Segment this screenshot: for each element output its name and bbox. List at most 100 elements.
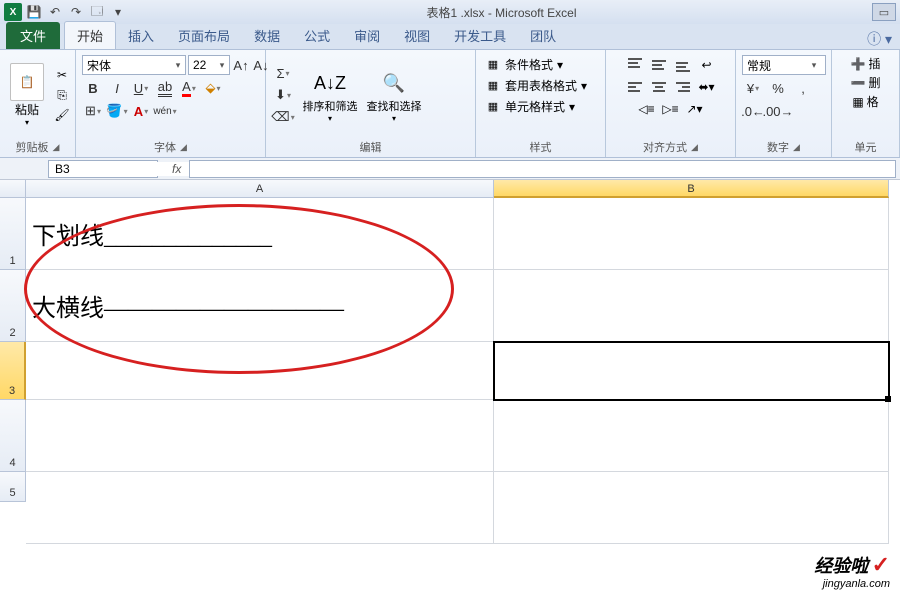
tab-review[interactable]: 审阅 (342, 22, 392, 49)
name-box[interactable]: ▾ (48, 160, 158, 178)
column-header-b[interactable]: B (494, 180, 889, 198)
comma-icon[interactable]: , (792, 78, 814, 98)
tab-page-layout[interactable]: 页面布局 (166, 22, 242, 49)
cells-container: 下划线______________ 大横线—————————— (26, 198, 900, 600)
wrap-text-icon[interactable]: ↩ (696, 55, 718, 75)
sort-filter-button[interactable]: A↓Z 排序和筛选 ▾ (302, 68, 358, 123)
row-header-2[interactable]: 2 (0, 270, 26, 342)
clipboard-dialog-launcher[interactable]: ◢ (53, 142, 60, 153)
row-header-3[interactable]: 3 (0, 342, 26, 400)
font-dialog-launcher[interactable]: ◢ (180, 142, 187, 153)
orientation-icon[interactable]: ↗▾ (684, 99, 706, 119)
font-name-input (83, 58, 171, 72)
find-select-button[interactable]: 🔍 查找和选择 ▾ (366, 68, 422, 123)
minimize-ribbon-button[interactable]: ▭ (872, 3, 896, 21)
bold-button[interactable]: B (82, 78, 104, 98)
tab-home[interactable]: 开始 (64, 21, 116, 49)
row-header-1[interactable]: 1 (0, 198, 26, 270)
align-bottom-icon[interactable] (672, 55, 694, 75)
format-cells-button[interactable]: ▦格 (852, 93, 878, 110)
cell-styles-icon: ▦ (485, 100, 501, 114)
cell-a3[interactable] (26, 342, 494, 400)
formula-input[interactable] (189, 160, 896, 178)
font-size-combo[interactable]: ▾ (188, 55, 230, 75)
italic-button[interactable]: I (106, 78, 128, 98)
double-underline-button[interactable]: ab (154, 78, 176, 98)
align-top-icon[interactable] (624, 55, 646, 75)
format-painter-icon[interactable]: 🖌 (53, 107, 71, 123)
number-dialog-launcher[interactable]: ◢ (793, 142, 800, 153)
excel-app-icon[interactable]: X (4, 3, 22, 21)
currency-icon[interactable]: ¥▾ (742, 78, 764, 98)
align-middle-icon[interactable] (648, 55, 670, 75)
row-header-5[interactable]: 5 (0, 472, 26, 502)
number-format-combo[interactable]: ▾ (742, 55, 826, 75)
paste-button[interactable]: 📋 粘贴 ▾ (4, 61, 50, 129)
cell-b2[interactable] (494, 270, 889, 342)
chevron-down-icon[interactable]: ▾ (171, 60, 185, 71)
cell-a1[interactable]: 下划线______________ (26, 198, 494, 270)
increase-decimal-icon[interactable]: .0← (742, 101, 764, 121)
cell-b5[interactable] (494, 472, 889, 544)
save-icon[interactable]: 💾 (25, 3, 43, 21)
cell-styles-button[interactable]: ▦单元格样式▾ (482, 97, 578, 116)
fx-button[interactable]: fx (164, 162, 189, 176)
font-color-button[interactable]: A▾ (178, 78, 200, 98)
delete-cells-button[interactable]: ➖删 (851, 74, 881, 91)
borders-button[interactable]: ⊞▾ (82, 101, 104, 121)
row-header-4[interactable]: 4 (0, 400, 26, 472)
align-right-icon[interactable] (672, 77, 694, 97)
cell-a4[interactable] (26, 400, 494, 472)
align-center-icon[interactable] (648, 77, 670, 97)
chevron-down-icon[interactable]: ▾ (807, 60, 821, 71)
cell-b4[interactable] (494, 400, 889, 472)
file-tab[interactable]: 文件 (6, 22, 60, 49)
undo-icon[interactable]: ↶ (46, 3, 64, 21)
font-name-combo[interactable]: ▾ (82, 55, 186, 75)
copy-icon[interactable]: ⎘ (53, 87, 71, 103)
increase-indent-icon[interactable]: ▷≡ (660, 99, 682, 119)
conditional-format-button[interactable]: ▦条件格式▾ (482, 55, 566, 74)
formula-bar: ▾ fx (0, 158, 900, 180)
tab-team[interactable]: 团队 (518, 22, 568, 49)
decrease-decimal-icon[interactable]: .00→ (767, 101, 789, 121)
watermark: 经验啦 ✓ jingyanla.com (814, 552, 890, 590)
fill-down-icon[interactable]: ⬇▾ (272, 85, 294, 105)
tab-developer[interactable]: 开发工具 (442, 22, 518, 49)
percent-icon[interactable]: % (767, 78, 789, 98)
fill-tool-button[interactable]: 🪣▾ (106, 101, 128, 121)
underline-button[interactable]: U▾ (130, 78, 152, 98)
alignment-dialog-launcher[interactable]: ◢ (691, 142, 698, 153)
increase-font-icon[interactable]: A↑ (232, 55, 250, 75)
autosum-icon[interactable]: Σ▾ (272, 63, 294, 83)
print-preview-icon[interactable]: 🗔 (88, 3, 106, 21)
ribbon-help-icon[interactable]: ⓘ ▾ (859, 29, 900, 49)
quick-access-toolbar: X 💾 ↶ ↷ 🗔 ▾ (0, 3, 131, 21)
merge-center-icon[interactable]: ⬌▾ (696, 77, 718, 97)
cell-a2[interactable]: 大横线—————————— (26, 270, 494, 342)
watermark-text: 经验啦 (814, 556, 868, 576)
cut-icon[interactable]: ✂ (53, 67, 71, 83)
font-color2-button[interactable]: A▾ (130, 101, 152, 121)
chevron-down-icon[interactable]: ▾ (215, 60, 229, 71)
tab-insert[interactable]: 插入 (116, 22, 166, 49)
tab-formulas[interactable]: 公式 (292, 22, 342, 49)
clear-icon[interactable]: ⌫▾ (272, 107, 294, 127)
fill-color-button[interactable]: ⬙▾ (202, 78, 224, 98)
cell-b1[interactable] (494, 198, 889, 270)
decrease-indent-icon[interactable]: ◁≡ (636, 99, 658, 119)
align-left-icon[interactable] (624, 77, 646, 97)
column-header-a[interactable]: A (26, 180, 494, 198)
cell-b3[interactable] (494, 342, 889, 400)
tab-data[interactable]: 数据 (242, 22, 292, 49)
tab-view[interactable]: 视图 (392, 22, 442, 49)
insert-cells-button[interactable]: ➕插 (851, 55, 881, 72)
format-as-table-button[interactable]: ▦套用表格格式▾ (482, 76, 590, 95)
select-all-button[interactable] (0, 180, 26, 198)
ribbon: 📋 粘贴 ▾ ✂ ⎘ 🖌 剪贴板◢ ▾ ▾ A↑ A↓ B I U▾ (0, 50, 900, 158)
fill-handle[interactable] (885, 396, 891, 402)
qat-customize-icon[interactable]: ▾ (109, 3, 127, 21)
phonetic-guide-icon[interactable]: wén▾ (154, 101, 176, 121)
redo-icon[interactable]: ↷ (67, 3, 85, 21)
cell-a5[interactable] (26, 472, 494, 544)
